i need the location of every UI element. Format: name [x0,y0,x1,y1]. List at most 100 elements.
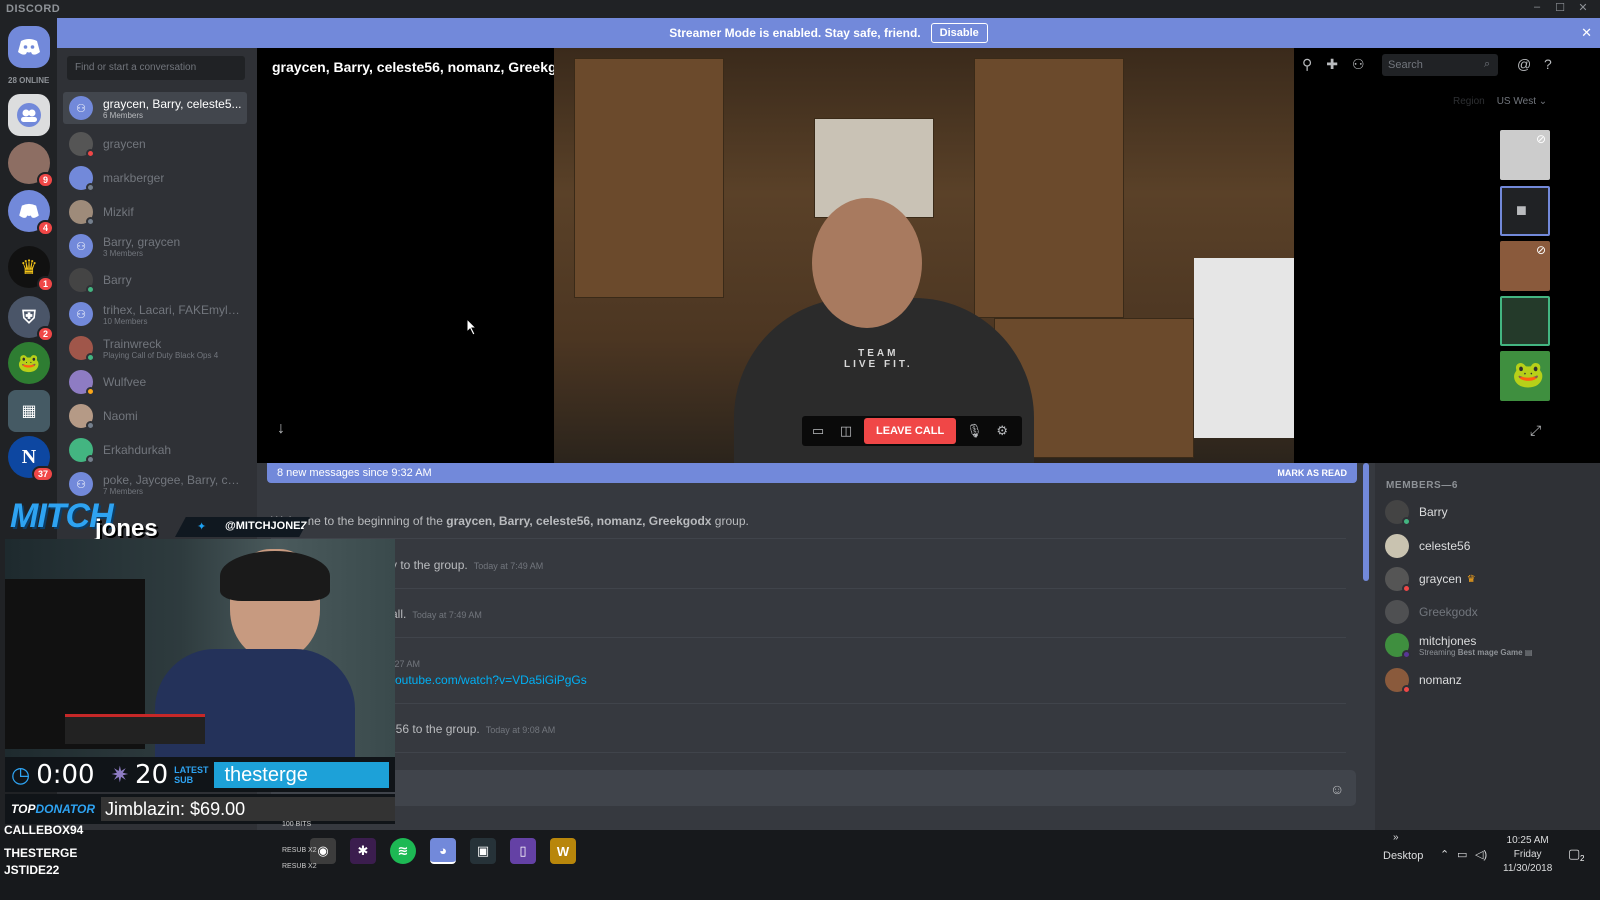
participant-thumb-camera-off[interactable]: ■ [1500,186,1550,236]
video-off-icon: ⊘ [1535,243,1546,257]
member-greekgodx[interactable]: Greekgodx [1385,600,1478,624]
dm-item-trainwreck[interactable]: Trainwreck Playing Call of Duty Black Ops… [63,332,247,364]
guild-server-2[interactable]: 4 [8,190,54,236]
member-mitchjones[interactable]: mitchjones Streaming Best mage Game ▤ [1385,633,1532,659]
guild-server-1[interactable]: 9 [8,142,54,188]
dm-item-graycen[interactable]: graycen [63,128,247,160]
stream-timer: 0:00 [36,759,95,790]
dm-item-mizkif[interactable]: Mizkif [63,196,247,228]
participant-thumb-pepe[interactable]: 🐸 [1500,351,1550,401]
dm-item-erkahdurkah[interactable]: Erkahdurkah [63,434,247,466]
dm-item-group-poke[interactable]: ⚇ poke, Jaycgee, Barry, ce... 7 Members [63,468,247,500]
call-controls: ▭ ◫ LEAVE CALL 🎙 ⚙ [802,416,1022,446]
minimize-button[interactable]: – [1526,1,1548,17]
avatar [1385,567,1411,593]
screen-share-icon[interactable]: ▭ [808,421,828,441]
discord-taskbar-icon[interactable]: ◕ [430,838,456,864]
member-list: MEMBERS—6 Barry celeste56 graycen ♛ Greek… [1375,463,1600,830]
chat-area: 8 new messages since 9:32 AM MARK AS REA… [257,463,1375,830]
system-message: ry to the group. Today at 7:49 AM [387,558,544,572]
dm-search-input[interactable]: Find or start a conversation [67,56,245,80]
dm-item-group-trihex[interactable]: ⚇ trihex, Lacari, FAKEmylo... 10 Members [63,298,247,330]
member-barry[interactable]: Barry [1385,500,1448,526]
network-icon[interactable]: ▭ [1457,848,1467,861]
dm-item-markberger[interactable]: markberger [63,162,247,194]
keyboard [65,714,205,744]
guild-server-6[interactable]: ▦ [8,390,50,432]
fullscreen-icon[interactable]: ⤢ [1530,422,1541,439]
emoji-picker-icon[interactable]: ☺ [1330,781,1344,797]
avatar [69,336,95,362]
dm-item-wulfvee[interactable]: Wulfvee [63,366,247,398]
avatar [1385,633,1411,659]
close-window-button[interactable]: ✕ [1572,1,1594,17]
avatar [69,438,95,464]
participant-thumb-speaking[interactable] [1500,296,1550,346]
overflow-chevron-icon[interactable]: » [1393,832,1399,843]
dm-name: graycen, Barry, celeste5... [103,96,242,111]
message-input[interactable] [271,770,1356,806]
settings-gear-icon[interactable]: ⚙ [992,421,1012,441]
main-video-feed[interactable]: TEAM LIVE FIT. [554,48,1294,463]
sub-icon: ✷ [110,761,130,787]
volume-icon[interactable]: ◁) [1475,848,1487,861]
tray-chevron-icon[interactable]: ⌃ [1440,848,1449,861]
desktop-toolbar[interactable]: Desktop [1383,850,1423,862]
arrow-down-icon[interactable]: ↓ [277,420,285,438]
mark-as-read-button[interactable]: MARK AS READ [1277,468,1347,478]
dm-name: markberger [103,171,165,185]
new-messages-bar[interactable]: 8 new messages since 9:32 AM MARK AS REA… [267,463,1357,483]
dm-name: Barry [103,273,132,287]
participant-thumb-graycen[interactable]: ⊘ [1500,241,1550,291]
member-graycen[interactable]: graycen ♛ [1385,567,1476,593]
event-name: THESTERGE [4,846,78,860]
camera-off-icon[interactable]: ◫ [836,421,856,441]
guild-savage[interactable]: ♛ 1 [8,246,54,292]
chat-scrollbar[interactable] [1363,463,1369,581]
guild-friends[interactable] [8,94,50,136]
overlay-stats: ◷ 0:00 ✷ 20 LATEST SUB thesterge [5,757,395,792]
pin-icon[interactable]: ⚲ [1302,56,1312,73]
app-icon[interactable]: ▣ [470,838,496,864]
dm-item-group-barry-graycen[interactable]: ⚇ Barry, graycen 3 Members [63,230,247,262]
disable-streamer-mode-button[interactable]: Disable [930,23,988,43]
search-input[interactable]: Search [1382,54,1498,76]
mention-badge: 4 [36,220,54,236]
window-title-bar: DISCORD – ☐ ✕ [0,0,1600,18]
member-celeste56[interactable]: celeste56 [1385,534,1470,558]
divider [271,538,1346,539]
leave-call-button[interactable]: LEAVE CALL [864,418,957,444]
help-icon[interactable]: ? [1544,56,1552,72]
new-messages-text: 8 new messages since 9:32 AM [277,467,432,479]
participant-thumb-barry[interactable]: ⊘ [1500,130,1550,180]
mention-icon[interactable]: @ [1517,56,1531,72]
region-selector[interactable]: Region US West ⌄ [1453,96,1547,107]
header-toolbar: ⚲ ✚ ⚇ [1302,56,1365,73]
maximize-button[interactable]: ☐ [1549,1,1571,17]
event-detail: 100 BITS [282,821,312,828]
wow-icon[interactable]: W [550,838,576,864]
home-button[interactable] [8,26,50,68]
system-clock[interactable]: 10:25 AM Friday 11/30/2018 [1503,834,1552,876]
shelf [974,58,1124,318]
member-nomanz[interactable]: nomanz [1385,668,1462,694]
mention-badge: 1 [36,276,54,292]
youtube-link[interactable]: youtube.com/watch?v=VDa5iGiPgGs [389,673,587,687]
member-list-icon[interactable]: ⚇ [1352,56,1365,73]
dm-item-barry[interactable]: Barry [63,264,247,296]
avatar [69,404,95,430]
webcam-feed [5,539,395,757]
dm-subtitle: 7 Members [103,486,144,496]
top-donator-label: TOPDONATOR [11,802,96,816]
guild-server-4[interactable]: ⛨ 2 [8,296,54,342]
guild-frog[interactable]: 🐸 [8,342,50,384]
close-banner-icon[interactable]: ✕ [1581,25,1592,41]
twitch-icon[interactable]: ▯ [510,838,536,864]
avatar [69,268,95,294]
guild-n-server[interactable]: N 37 [8,436,54,482]
notification-icon[interactable]: ▢ [1568,846,1580,862]
microphone-icon[interactable]: 🎙 [964,421,984,441]
add-friend-icon[interactable]: ✚ [1326,56,1338,73]
dm-item-naomi[interactable]: Naomi [63,400,247,432]
dm-item-group-graycen[interactable]: ⚇ graycen, Barry, celeste5... 6 Members [63,92,247,124]
